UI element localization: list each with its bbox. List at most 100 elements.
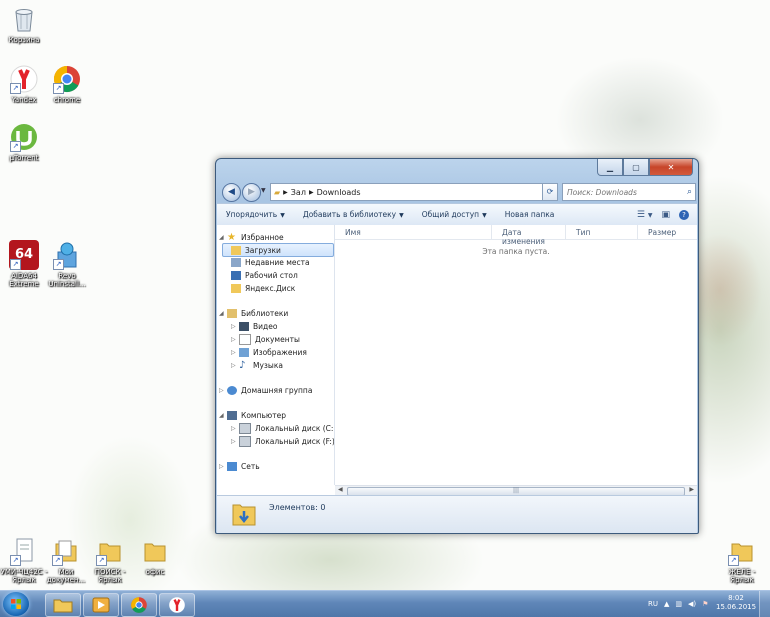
search-icon: ⌕ — [686, 187, 692, 197]
search-box[interactable]: ⌕ — [562, 183, 696, 201]
preview-pane-icon[interactable]: ▣ — [661, 210, 670, 220]
desktop-icon-my-documents[interactable]: ↗ Мои докумен... — [42, 536, 90, 584]
clock[interactable]: 8:02 15.06.2015 — [716, 594, 756, 612]
shortcut-arrow-icon: ↗ — [96, 555, 107, 566]
language-indicator[interactable]: RU — [648, 600, 658, 608]
share-button[interactable]: Общий доступ ▼ — [413, 210, 496, 219]
volume-icon[interactable]: ◀) — [688, 600, 696, 608]
network-icon — [227, 461, 237, 471]
music-library-icon: ♪ — [239, 359, 246, 371]
forward-button[interactable]: ▶ — [242, 183, 261, 202]
desktop-icon-aida64[interactable]: 64 ↗ AIDA64 Extreme — [0, 240, 48, 288]
column-name[interactable]: Имя — [335, 225, 492, 239]
folder-icon: ▰ — [274, 187, 281, 197]
breadcrumb-item[interactable]: Downloads — [317, 188, 361, 197]
search-input[interactable] — [563, 187, 677, 197]
column-type[interactable]: Тип — [566, 225, 638, 239]
taskbar-yandex[interactable] — [159, 593, 195, 617]
expand-icon: ▷ — [219, 386, 224, 394]
folder-shortcut-icon: ↗ — [51, 536, 81, 566]
command-bar: Упорядочить ▼ Добавить в библиотеку ▼ Общи… — [217, 203, 697, 226]
close-button[interactable]: ✕ — [649, 159, 693, 176]
desktop-icon-label: Yandex — [11, 96, 37, 104]
folder-shortcut-icon: ↗ — [95, 536, 125, 566]
item-count: Элементов: 0 — [269, 503, 326, 512]
explorer-icon — [53, 599, 73, 613]
explorer-window[interactable]: ▁ ▢ ✕ ◀ ▶ ▼ ▰ ▶ Зал ▶ Downloads ▼ ⟳ ⌕ Уп… — [215, 158, 699, 534]
refresh-button[interactable]: ⟳ — [542, 183, 558, 201]
desktop-icon — [231, 270, 241, 280]
start-button[interactable] — [3, 592, 29, 616]
view-options-icon[interactable]: ☰ ▼ — [637, 210, 653, 220]
minimize-button[interactable]: ▁ — [597, 159, 623, 176]
breadcrumb-separator-icon: ▶ — [308, 188, 314, 196]
nav-item-drive-c[interactable]: ▷ Локальный диск (C:) — [231, 422, 334, 434]
breadcrumb-item[interactable]: Зал — [291, 188, 306, 197]
expand-icon: ▷ — [231, 348, 236, 356]
taskbar-explorer[interactable] — [45, 593, 81, 617]
nav-item-music[interactable]: ▷ ♪ Музыка — [231, 359, 283, 371]
shortcut-arrow-icon: ↗ — [53, 83, 64, 94]
add-to-library-button[interactable]: Добавить в библиотеку ▼ — [294, 210, 413, 219]
desktop-icon-chrome[interactable]: ↗ chrome — [43, 64, 91, 104]
organize-button[interactable]: Упорядочить ▼ — [217, 210, 294, 219]
taskbar-chrome[interactable] — [121, 593, 157, 617]
recent-pages-dropdown[interactable]: ▼ — [261, 187, 266, 194]
file-list[interactable]: Имя Дата изменения Тип Размер Эта папка … — [335, 225, 697, 485]
nav-homegroup[interactable]: ▷ Домашняя группа — [219, 384, 312, 396]
shortcut-arrow-icon: ↗ — [10, 83, 21, 94]
dropdown-arrow-icon: ▼ — [280, 212, 285, 219]
desktop-icon-recycle-bin[interactable]: Корзина — [0, 4, 48, 44]
desktop-icon-revo[interactable]: ↗ Revo Uninstall... — [43, 240, 91, 288]
yandex-browser-icon — [169, 597, 185, 613]
action-center-icon[interactable]: ⚑ — [702, 600, 708, 608]
taskbar-media-player[interactable] — [83, 593, 119, 617]
desktop-icon-label: chrome — [53, 96, 81, 104]
help-icon[interactable]: ? — [679, 209, 689, 220]
desktop-icon-ofis[interactable]: офис — [131, 536, 179, 576]
nav-item-desktop[interactable]: Рабочий стол — [231, 269, 298, 281]
scroll-left-icon[interactable]: ◀ — [338, 486, 343, 493]
expand-icon: ▷ — [219, 462, 224, 470]
nav-network[interactable]: ▷ Сеть — [219, 460, 260, 472]
desktop-icon-label: Мои докумен... — [46, 568, 86, 584]
nav-item-recent-places[interactable]: Недавние места — [231, 256, 310, 268]
nav-favorites[interactable]: ◢ ★ Избранное — [219, 231, 284, 243]
column-date-modified[interactable]: Дата изменения — [492, 225, 566, 246]
pictures-library-icon — [239, 347, 249, 357]
collapse-icon: ◢ — [219, 411, 224, 419]
column-size[interactable]: Размер — [638, 225, 697, 239]
nav-libraries[interactable]: ◢ Библиотеки — [219, 307, 288, 319]
nav-item-downloads[interactable]: Загрузки — [222, 243, 334, 257]
desktop-icon-yandex[interactable]: ↗ Yandex — [0, 64, 48, 104]
nav-computer[interactable]: ◢ Компьютер — [219, 409, 286, 421]
desktop-icon-poisk[interactable]: ↗ ПОИСК - Ярлык — [86, 536, 134, 584]
nav-item-video[interactable]: ▷ Видео — [231, 320, 277, 332]
shortcut-arrow-icon: ↗ — [53, 259, 64, 270]
homegroup-icon — [227, 385, 237, 395]
details-pane: Элементов: 0 — [217, 495, 697, 533]
nav-item-documents[interactable]: ▷ Документы — [231, 333, 300, 345]
expand-icon: ▷ — [231, 322, 236, 330]
hard-drive-icon — [239, 435, 251, 447]
system-tray: RU ▲ ▥ ◀) ⚑ — [648, 591, 708, 617]
back-button[interactable]: ◀ — [222, 183, 241, 202]
desktop-icon-zhele[interactable]: ↗ ЖЕЛЕ - Ярлык — [718, 536, 766, 584]
folder-icon — [140, 536, 170, 566]
show-desktop-button[interactable] — [759, 591, 770, 617]
network-tray-icon[interactable]: ▥ — [675, 600, 682, 608]
nav-item-yandex-disk[interactable]: Яндекс.Диск — [231, 282, 295, 294]
aida64-icon: 64 ↗ — [9, 240, 39, 270]
libraries-icon — [227, 308, 237, 318]
desktop-icon-utorrent[interactable]: ↗ µTorrent — [0, 122, 48, 162]
tray-arrow-icon[interactable]: ▲ — [664, 600, 669, 608]
new-folder-button[interactable]: Новая папка — [496, 210, 564, 219]
downloads-folder-icon — [232, 501, 256, 527]
address-bar[interactable]: ▰ ▶ Зал ▶ Downloads ▼ — [270, 183, 558, 201]
nav-item-drive-f[interactable]: ▷ Локальный диск (F:) — [231, 435, 334, 447]
maximize-button[interactable]: ▢ — [623, 159, 649, 176]
nav-item-pictures[interactable]: ▷ Изображения — [231, 346, 307, 358]
desktop-icon-umi-shortcut[interactable]: ↗ УМИ-ЧЦ42С - Ярлык — [0, 536, 48, 584]
scroll-right-icon[interactable]: ▶ — [689, 486, 694, 493]
empty-folder-message: Эта папка пуста. — [482, 247, 550, 256]
